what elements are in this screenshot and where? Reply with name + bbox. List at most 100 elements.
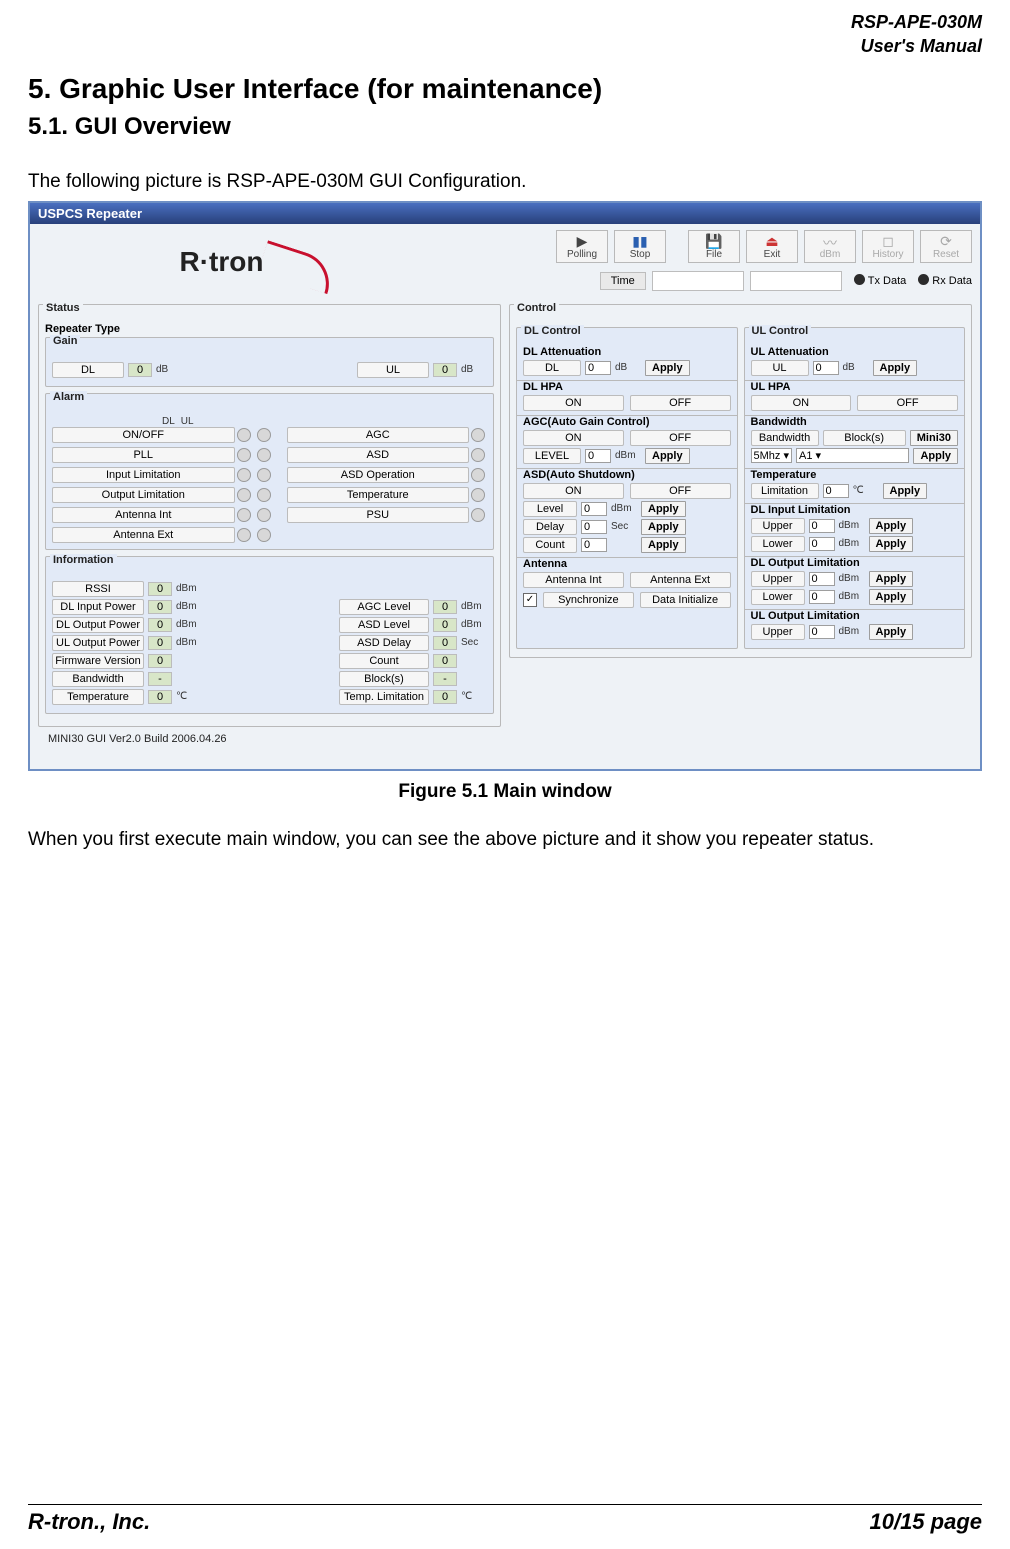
alarm-panel: Alarm DLUL ON/OFFAGCPLLASDInput Limitati…	[45, 393, 494, 550]
reset-button[interactable]: ⟳Reset	[920, 230, 972, 263]
file-button[interactable]: 💾File	[688, 230, 740, 263]
dl-output-lim-apply-button[interactable]: Apply	[869, 571, 914, 587]
alarm-led-icon	[257, 468, 271, 482]
logo: R·tron	[38, 230, 478, 294]
info-unit: dBm	[176, 583, 202, 594]
antenna-ext-button[interactable]: Antenna Ext	[630, 572, 731, 588]
ul-hpa-off-button[interactable]: OFF	[857, 395, 958, 411]
dl-output-lim-label: Lower	[751, 589, 805, 605]
info-label: Bandwidth	[52, 671, 144, 687]
asd-unit: Sec	[611, 521, 637, 532]
gain-ul-unit: dB	[461, 364, 487, 375]
alarm-item: PLL	[52, 447, 235, 463]
dl-att-unit: dB	[615, 362, 641, 373]
dl-att-apply-button[interactable]: Apply	[645, 360, 690, 376]
antenna-int-button[interactable]: Antenna Int	[523, 572, 624, 588]
alarm-item: AGC	[287, 427, 470, 443]
ul-hpa-on-button[interactable]: ON	[751, 395, 852, 411]
exit-button[interactable]: ⏏Exit	[746, 230, 798, 263]
reset-label: Reset	[933, 249, 959, 260]
mini30-button[interactable]: Mini30	[910, 430, 958, 446]
stop-label: Stop	[630, 249, 651, 260]
asd-apply-button[interactable]: Apply	[641, 519, 686, 535]
asd-input[interactable]: 0	[581, 520, 607, 534]
info-unit: ℃	[176, 691, 202, 702]
dl-output-lim-apply-button[interactable]: Apply	[869, 589, 914, 605]
file-label: File	[706, 249, 722, 260]
dl-input-lim-apply-button[interactable]: Apply	[869, 518, 914, 534]
asd-input[interactable]: 0	[581, 538, 607, 552]
info-value: 0	[148, 636, 172, 650]
temp-unit: ℃	[853, 485, 879, 496]
asd-apply-button[interactable]: Apply	[641, 537, 686, 553]
synchronize-button[interactable]: Synchronize	[543, 592, 634, 608]
bandwidth-select[interactable]: 5Mhz ▾	[751, 448, 792, 463]
sync-checkbox[interactable]: ✓	[523, 593, 537, 607]
info-unit: dBm	[176, 601, 202, 612]
gain-dl-value: 0	[128, 363, 152, 377]
ul-output-lim-input[interactable]: 0	[809, 625, 835, 639]
alarm-led-icon	[257, 448, 271, 462]
dbm-button[interactable]: 〰dBm	[804, 230, 856, 263]
info-value: 0	[148, 600, 172, 614]
alarm-led-icon	[257, 528, 271, 542]
dl-output-lim-input[interactable]: 0	[809, 572, 835, 586]
asd-on-button[interactable]: ON	[523, 483, 624, 499]
exit-icon: ⏏	[765, 233, 778, 249]
dl-hpa-on-button[interactable]: ON	[523, 395, 624, 411]
info-value: 0	[148, 690, 172, 704]
ul-att-input[interactable]: 0	[813, 361, 839, 375]
agc-apply-button[interactable]: Apply	[645, 448, 690, 464]
status-legend: Status	[43, 302, 83, 314]
gain-ul-value: 0	[433, 363, 457, 377]
gain-dl-chip: DL	[52, 362, 124, 378]
data-initialize-button[interactable]: Data Initialize	[640, 592, 731, 608]
dl-output-lim-unit: dBm	[839, 591, 865, 602]
dl-output-lim-input[interactable]: 0	[809, 590, 835, 604]
dl-output-lim-legend: DL Output Limitation	[751, 557, 959, 569]
info-label: Temperature	[52, 689, 144, 705]
gain-legend: Gain	[50, 335, 80, 347]
asd-label: Delay	[523, 519, 577, 535]
ul-att-apply-button[interactable]: Apply	[873, 360, 918, 376]
stop-button[interactable]: ▮▮Stop	[614, 230, 666, 263]
titlebar: USPCS Repeater	[30, 203, 980, 224]
asd-off-button[interactable]: OFF	[630, 483, 731, 499]
alarm-item: PSU	[287, 507, 470, 523]
agc-level-input[interactable]: 0	[585, 449, 611, 463]
alarm-led-icon	[471, 488, 485, 502]
play-icon: ▶	[577, 233, 588, 249]
dl-input-lim-input[interactable]: 0	[809, 537, 835, 551]
alarm-led-icon	[257, 508, 271, 522]
ul-output-lim-apply-button[interactable]: Apply	[869, 624, 914, 640]
temp-input[interactable]: 0	[823, 484, 849, 498]
asd-input[interactable]: 0	[581, 502, 607, 516]
blocks-chip: Block(s)	[823, 430, 906, 446]
logo-text: R·tron	[180, 246, 264, 278]
history-button[interactable]: ◻History	[862, 230, 914, 263]
dl-input-lim-label: Upper	[751, 518, 805, 534]
alarm-dl-header: DL	[162, 416, 175, 427]
gui-version: MINI30 GUI Ver2.0 Build 2006.04.26	[38, 733, 501, 747]
block-select[interactable]: A1 ▾	[796, 448, 909, 463]
asd-apply-button[interactable]: Apply	[641, 501, 686, 517]
repeater-type-label: Repeater Type	[45, 323, 494, 335]
agc-off-button[interactable]: OFF	[630, 430, 731, 446]
polling-button[interactable]: ▶Polling	[556, 230, 608, 263]
dl-att-input[interactable]: 0	[585, 361, 611, 375]
ul-att-legend: UL Attenuation	[751, 346, 959, 358]
rx-label: Rx Data	[932, 275, 972, 287]
info-value: 0	[433, 654, 457, 668]
asd-legend: ASD(Auto Shutdown)	[523, 469, 731, 481]
agc-on-button[interactable]: ON	[523, 430, 624, 446]
info-label: Firmware Version	[52, 653, 144, 669]
bandwidth-apply-button[interactable]: Apply	[913, 448, 958, 464]
info-label: DL Output Power	[52, 617, 144, 633]
dl-hpa-off-button[interactable]: OFF	[630, 395, 731, 411]
ul-control-legend: UL Control	[749, 325, 812, 337]
dl-input-lim-apply-button[interactable]: Apply	[869, 536, 914, 552]
dl-input-lim-input[interactable]: 0	[809, 519, 835, 533]
info-unit: dBm	[461, 619, 487, 630]
temp-apply-button[interactable]: Apply	[883, 483, 928, 499]
temperature-legend: Temperature	[751, 469, 959, 481]
